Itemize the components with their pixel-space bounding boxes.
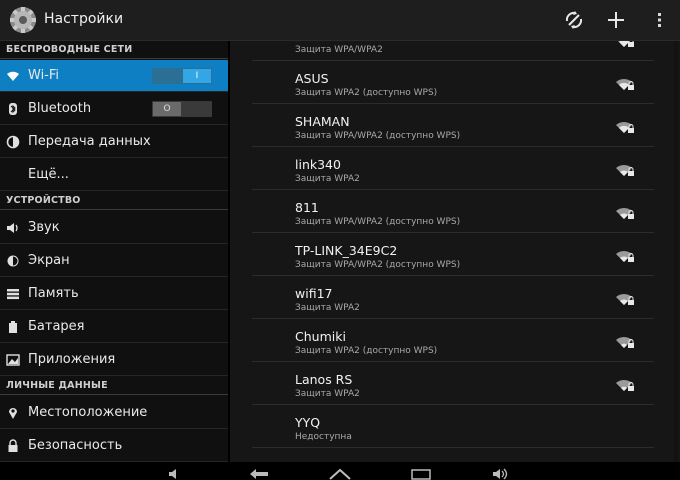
add-network-button[interactable] (596, 0, 636, 40)
network-item[interactable]: link340 Защита WPA2 (252, 147, 654, 190)
sidebar-item-more[interactable]: Ещё... (0, 159, 228, 191)
network-item[interactable]: Chumiki Защита WPA2 (доступно WPS) (252, 319, 654, 362)
network-ssid: ASUS (295, 71, 329, 86)
wifi-signal-lock-icon (616, 121, 634, 133)
page-title: Настройки (44, 11, 124, 27)
sidebar-item-location[interactable]: Местоположение (0, 397, 228, 429)
wifi-refresh-button[interactable] (554, 0, 594, 40)
overflow-menu-icon (658, 13, 661, 27)
sidebar-item-label: Память (28, 286, 79, 301)
add-icon (608, 12, 624, 28)
wifi-signal-lock-icon (616, 78, 634, 90)
network-security: Защита WPA2 (295, 303, 360, 313)
network-ssid: Chumiki (295, 329, 346, 344)
network-security: Защита WPA/WPA2 (доступно WPS) (295, 217, 461, 227)
wifi-signal-lock-icon (616, 250, 634, 262)
network-item[interactable]: Защита WPA/WPA2 (252, 41, 654, 61)
network-item[interactable]: SHAMAN Защита WPA/WPA2 (доступно WPS) (252, 104, 654, 147)
wifi-signal-lock-icon (616, 336, 634, 348)
sidebar-item-label: Bluetooth (28, 101, 92, 116)
section-header-personal: ЛИЧНЫЕ ДАННЫЕ (0, 377, 228, 395)
network-security: Защита WPA2 (доступно WPS) (295, 346, 438, 356)
section-header-device: УСТРОЙСТВО (0, 192, 228, 210)
wifi-signal-lock-icon (616, 379, 634, 391)
wifi-refresh-icon (565, 11, 583, 29)
wifi-signal-lock-icon (616, 293, 634, 305)
network-item[interactable]: 811 Защита WPA/WPA2 (доступно WPS) (252, 190, 654, 233)
sidebar-item-battery[interactable]: Батарея (0, 311, 228, 343)
volume-down-icon[interactable] (168, 468, 182, 480)
network-security: Защита WPA/WPA2 (295, 45, 383, 55)
data-usage-icon (6, 135, 20, 149)
wifi-icon (7, 71, 19, 81)
system-nav-bar (0, 462, 680, 480)
network-security: Защита WPA/WPA2 (доступно WPS) (295, 260, 461, 270)
network-security: Недоступна (295, 432, 352, 442)
wifi-signal-lock-icon (618, 41, 634, 47)
sidebar-item-display[interactable]: Экран (0, 245, 228, 277)
sidebar-item-label: Звук (28, 220, 60, 235)
sidebar-item-wifi[interactable]: Wi-Fi I (0, 60, 228, 92)
battery-icon (9, 321, 17, 333)
sidebar-item-data-usage[interactable]: Передача данных (0, 126, 228, 158)
sidebar-item-label: Ещё... (28, 167, 69, 182)
sidebar-item-security[interactable]: Безопасность (0, 430, 228, 462)
network-item[interactable]: TP-LINK_34E9C2 Защита WPA/WPA2 (доступно… (252, 233, 654, 276)
sound-icon (7, 223, 18, 233)
lock-icon (8, 439, 18, 452)
toggle-knob: O (153, 102, 181, 116)
wifi-toggle[interactable]: I (152, 68, 212, 84)
back-icon[interactable] (248, 468, 270, 480)
network-ssid: SHAMAN (295, 114, 350, 129)
sidebar-item-label: Передача данных (28, 134, 151, 149)
sidebar-item-storage[interactable]: Память (0, 278, 228, 310)
network-item[interactable]: ASUS Защита WPA2 (доступно WPS) (252, 61, 654, 104)
network-ssid: wifi17 (295, 286, 333, 301)
sidebar-item-sound[interactable]: Звук (0, 212, 228, 244)
bluetooth-toggle[interactable]: O (152, 101, 212, 117)
display-icon (7, 255, 19, 267)
sidebar-item-apps[interactable]: Приложения (0, 344, 228, 376)
network-security: Защита WPA/WPA2 (доступно WPS) (295, 131, 461, 141)
network-ssid: Lanos RS (295, 372, 353, 387)
wifi-signal-lock-icon (616, 164, 634, 176)
network-security: Защита WPA2 (295, 389, 360, 399)
storage-icon (7, 289, 19, 300)
sidebar-item-label: Приложения (28, 352, 116, 367)
home-icon[interactable] (328, 468, 352, 480)
recent-apps-icon[interactable] (410, 468, 432, 480)
sidebar-item-label: Местоположение (28, 405, 148, 420)
scrollbar[interactable] (674, 41, 678, 462)
settings-gear-icon[interactable] (8, 5, 38, 35)
toggle-knob: I (183, 69, 211, 83)
sidebar-item-label: Wi-Fi (28, 68, 60, 83)
network-security: Защита WPA2 (295, 174, 360, 184)
overflow-menu-button[interactable] (640, 0, 680, 40)
location-icon (9, 408, 17, 419)
network-security: Защита WPA2 (доступно WPS) (295, 88, 438, 98)
network-ssid: TP-LINK_34E9C2 (295, 243, 398, 258)
network-item[interactable]: Lanos RS Защита WPA2 (252, 362, 654, 405)
network-item[interactable]: YYQ Недоступна (252, 405, 654, 448)
apps-icon (6, 354, 20, 366)
sidebar-item-label: Экран (28, 253, 70, 268)
network-ssid: YYQ (295, 415, 321, 430)
wifi-network-list[interactable]: Защита WPA/WPA2 ASUS Защита WPA2 (доступ… (230, 41, 680, 462)
bluetooth-icon (9, 103, 17, 115)
sidebar-item-label: Батарея (28, 319, 85, 334)
sidebar-item-label: Безопасность (28, 438, 123, 453)
network-ssid: 811 (295, 200, 319, 215)
network-item[interactable]: wifi17 Защита WPA2 (252, 276, 654, 319)
network-ssid: link340 (295, 157, 341, 172)
wifi-signal-lock-icon (616, 207, 634, 219)
sidebar-item-bluetooth[interactable]: Bluetooth O (0, 93, 228, 125)
settings-sidebar: БЕСПРОВОДНЫЕ СЕТИ Wi-Fi I Bluetooth O Пе… (0, 41, 228, 462)
action-bar: Настройки (0, 0, 680, 41)
volume-up-icon[interactable] (492, 468, 510, 480)
section-header-wireless: БЕСПРОВОДНЫЕ СЕТИ (0, 41, 228, 59)
